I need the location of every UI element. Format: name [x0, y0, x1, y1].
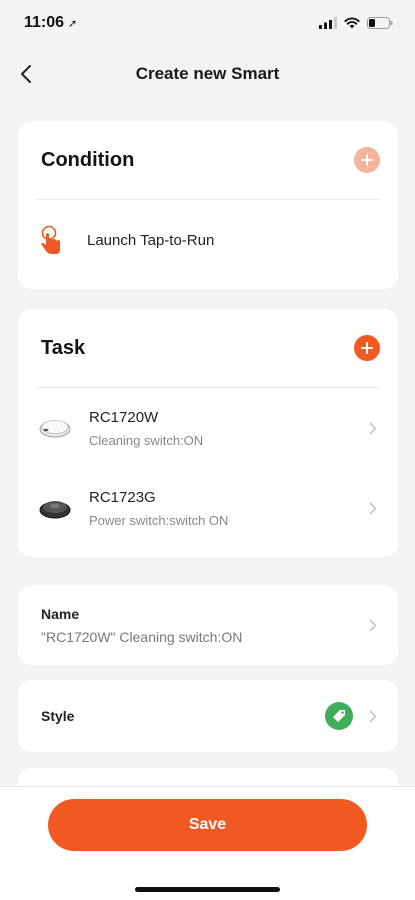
name-value: "RC1720W" Cleaning switch:ON — [41, 628, 243, 645]
name-label: Name — [41, 605, 80, 622]
footer: Save — [0, 786, 415, 900]
task-header: Task — [18, 309, 398, 387]
name-row[interactable]: Name "RC1720W" Cleaning switch:ON — [18, 585, 398, 665]
wifi-icon — [344, 17, 360, 29]
name-card[interactable]: Name "RC1720W" Cleaning switch:ON — [18, 585, 398, 665]
task-card: Task RC1720W Cleaning switch:ON RC1723G … — [18, 309, 398, 557]
task-title: Task — [41, 336, 86, 359]
location-arrow-icon: ➚ — [68, 17, 78, 30]
style-text: Style — [41, 708, 324, 724]
chevron-right-icon — [366, 709, 380, 723]
condition-item-label: Launch Tap-to-Run — [87, 231, 215, 249]
plus-icon — [361, 154, 373, 166]
robot-vacuum-white-icon — [39, 420, 71, 438]
style-label: Style — [41, 708, 75, 724]
status-bar: 11:06 ➚ — [0, 0, 415, 46]
task-device-action: Cleaning switch:ON — [89, 432, 204, 448]
style-tag-icon — [325, 702, 353, 730]
back-button[interactable] — [12, 60, 40, 88]
style-card[interactable]: Style — [18, 680, 398, 752]
plus-icon — [361, 342, 373, 354]
name-text: Name "RC1720W" Cleaning switch:ON — [41, 606, 366, 645]
nav-bar: Create new Smart — [0, 50, 415, 98]
condition-item-launch-tap-to-run[interactable]: Launch Tap-to-Run — [18, 200, 398, 280]
home-indicator — [135, 887, 280, 892]
save-button[interactable]: Save — [48, 799, 367, 851]
style-row[interactable]: Style — [18, 680, 398, 752]
page-title: Create new Smart — [135, 64, 280, 83]
add-task-button[interactable] — [354, 335, 380, 361]
tap-hand-icon — [41, 225, 60, 254]
chevron-left-icon — [21, 65, 31, 83]
clock-text: 11:06 — [24, 14, 65, 31]
cellular-signal-icon — [319, 17, 337, 29]
condition-header: Condition — [18, 121, 398, 199]
add-condition-button[interactable] — [354, 147, 380, 173]
condition-title: Condition — [41, 148, 135, 171]
robot-vacuum-black-icon — [39, 501, 71, 519]
status-time: 11:06 ➚ — [24, 14, 77, 32]
task-item-text: RC1720W Cleaning switch:ON — [89, 409, 366, 448]
task-item[interactable]: RC1723G Power switch:switch ON — [18, 468, 398, 548]
task-item[interactable]: RC1720W Cleaning switch:ON — [18, 388, 398, 468]
chevron-right-icon — [366, 501, 380, 515]
chevron-right-icon — [366, 618, 380, 632]
task-device-action: Power switch:switch ON — [89, 512, 229, 528]
task-item-text: RC1723G Power switch:switch ON — [89, 489, 366, 528]
task-device-name: RC1723G — [89, 488, 156, 506]
battery-icon — [367, 17, 393, 29]
status-icons — [319, 17, 393, 29]
condition-card: Condition Launch Tap-to-Run — [18, 121, 398, 289]
task-device-name: RC1720W — [89, 408, 159, 426]
chevron-right-icon — [366, 421, 380, 435]
